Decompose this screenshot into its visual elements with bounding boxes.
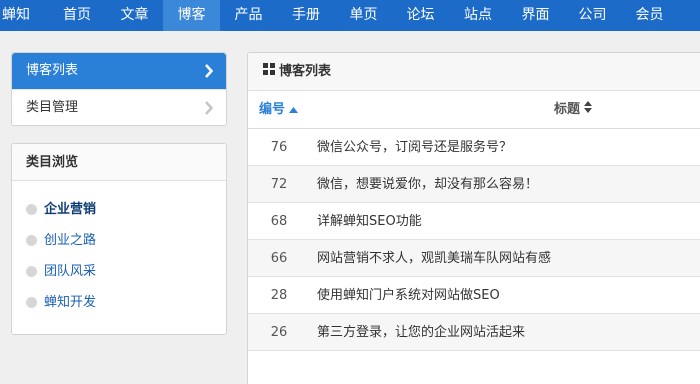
- category-item-dev[interactable]: 蝉知开发: [12, 287, 226, 318]
- nav-item-forum[interactable]: 论坛: [392, 0, 449, 31]
- nav-item-articles[interactable]: 文章: [106, 0, 163, 31]
- category-item-startup[interactable]: 创业之路: [12, 225, 226, 256]
- column-header-title[interactable]: 标题: [554, 91, 593, 129]
- panel-title: 博客列表: [279, 63, 332, 79]
- nav-item-ui[interactable]: 界面: [507, 0, 564, 31]
- table-row[interactable]: 76 微信公众号，订阅号还是服务号？: [248, 129, 700, 166]
- grid-icon: [263, 53, 275, 91]
- side-menu-item-blog-list[interactable]: 博客列表: [12, 53, 226, 89]
- side-menu-item-category-manage[interactable]: 类目管理: [12, 89, 226, 125]
- column-header-title-label: 标题: [554, 102, 581, 117]
- cell-id: 28: [270, 288, 288, 303]
- cell-title-link[interactable]: 网站营销不求人，观凯美瑞车队网站有感: [317, 240, 551, 277]
- category-label: 蝉知开发: [44, 295, 97, 310]
- nav-item-site[interactable]: 站点: [449, 0, 507, 31]
- category-label: 企业营销: [44, 202, 97, 217]
- table-row[interactable]: 68 详解蝉知SEO功能: [248, 203, 700, 240]
- blog-list-panel: 博客列表 编号 标题 76 微信公众号，订阅号还是服务号？ 72 微信，想要说爱…: [247, 52, 700, 384]
- cell-title-link[interactable]: 详解蝉知SEO功能: [317, 203, 422, 240]
- nav-item-manual[interactable]: 手册: [277, 0, 335, 31]
- cell-title-link[interactable]: 微信，想要说爱你，却没有那么容易！: [317, 166, 538, 203]
- category-list: 企业营销 创业之路 团队风采 蝉知开发: [12, 181, 226, 318]
- table-row[interactable]: 66 网站营销不求人，观凯美瑞车队网站有感: [248, 240, 700, 277]
- sort-asc-icon: [289, 91, 299, 129]
- cell-id: 68: [270, 214, 288, 229]
- category-label: 创业之路: [44, 233, 97, 248]
- cell-id: 26: [270, 325, 288, 340]
- table-header: 编号 标题: [248, 91, 700, 129]
- nav-item-home[interactable]: 首页: [48, 0, 106, 31]
- side-menu-item-label: 博客列表: [26, 63, 79, 78]
- cell-id: 72: [270, 177, 288, 192]
- category-item-marketing[interactable]: 企业营销: [12, 194, 226, 225]
- left-column: 博客列表 类目管理 类目浏览 企业营销 创业之路 团队风采 蝉知开发: [11, 52, 227, 335]
- side-menu: 博客列表 类目管理: [11, 52, 227, 126]
- table-row[interactable]: 28 使用蝉知门户系统对网站做SEO: [248, 277, 700, 314]
- panel-header: 博客列表: [248, 53, 700, 91]
- bullet-icon: [26, 297, 37, 308]
- nav-item-blog[interactable]: 博客: [163, 0, 220, 31]
- chevron-right-icon: [204, 90, 216, 126]
- nav-item-company[interactable]: 公司: [564, 0, 621, 31]
- cell-title-link[interactable]: 使用蝉知门户系统对网站做SEO: [317, 277, 500, 314]
- table-body: 76 微信公众号，订阅号还是服务号？ 72 微信，想要说爱你，却没有那么容易！ …: [248, 129, 700, 351]
- cell-title-link[interactable]: 第三方登录，让您的企业网站活起来: [317, 314, 525, 351]
- column-header-id[interactable]: 编号: [259, 91, 299, 129]
- bullet-icon: [26, 204, 37, 215]
- cell-id: 66: [270, 251, 288, 266]
- table-row[interactable]: 26 第三方登录，让您的企业网站活起来: [248, 314, 700, 351]
- cell-title-link[interactable]: 微信公众号，订阅号还是服务号？: [317, 129, 512, 166]
- cell-id: 76: [270, 140, 288, 155]
- category-browser: 类目浏览 企业营销 创业之路 团队风采 蝉知开发: [11, 143, 227, 335]
- chevron-right-icon: [204, 53, 216, 89]
- column-header-id-label: 编号: [259, 102, 286, 117]
- category-item-team[interactable]: 团队风采: [12, 256, 226, 287]
- bullet-icon: [26, 266, 37, 277]
- sort-icon: [584, 91, 593, 129]
- brand-logo[interactable]: 蝉知: [0, 0, 48, 31]
- side-menu-item-label: 类目管理: [26, 100, 79, 115]
- category-label: 团队风采: [44, 264, 97, 279]
- nav-item-members[interactable]: 会员: [621, 0, 678, 31]
- category-browser-title: 类目浏览: [12, 144, 226, 181]
- nav-item-products[interactable]: 产品: [220, 0, 277, 31]
- table-row[interactable]: 72 微信，想要说爱你，却没有那么容易！: [248, 166, 700, 203]
- top-nav: 蝉知 首页 文章 博客 产品 手册 单页 论坛 站点 界面 公司 会员: [0, 0, 700, 31]
- nav-item-pages[interactable]: 单页: [335, 0, 392, 31]
- bullet-icon: [26, 235, 37, 246]
